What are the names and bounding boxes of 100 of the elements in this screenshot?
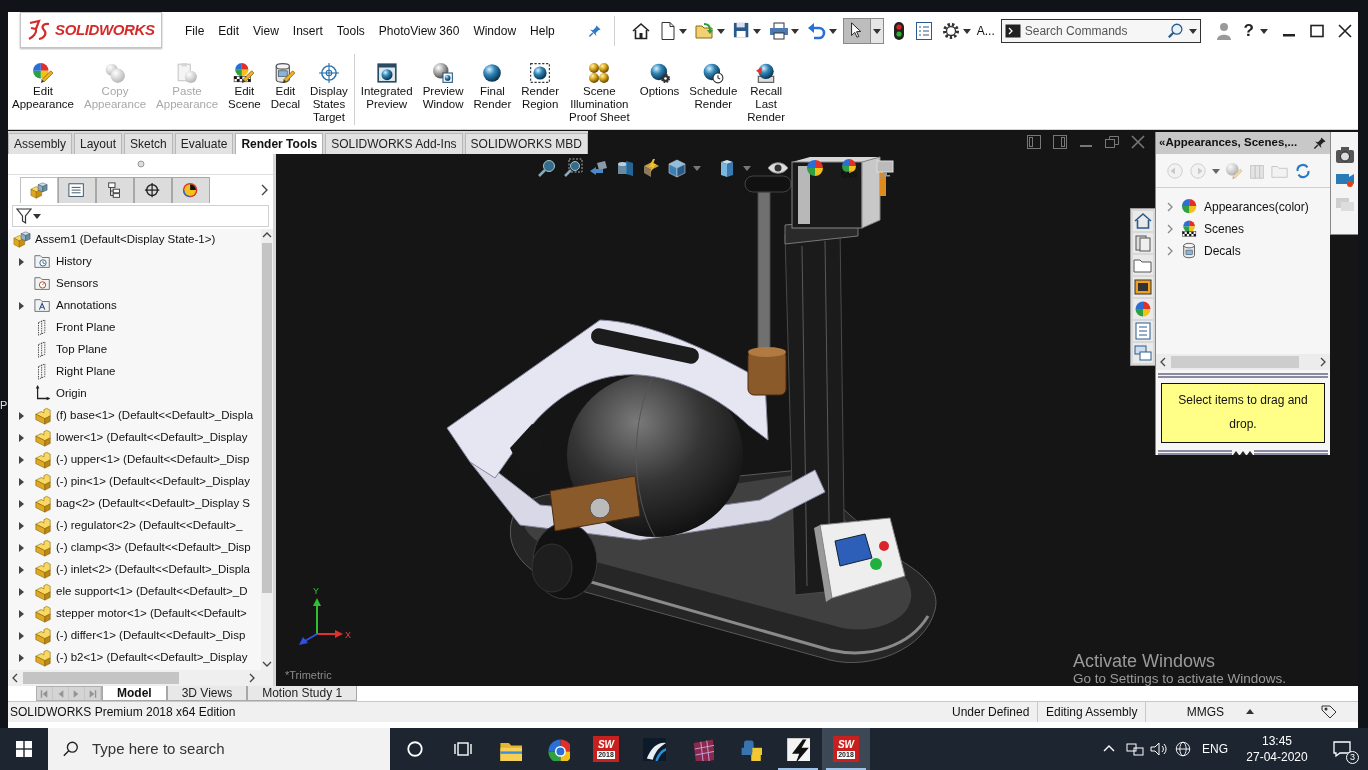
language-indicator[interactable]: ENG (1202, 740, 1228, 758)
tree-item-label[interactable]: ele support<1> (Default<<Default>_D (56, 583, 248, 601)
expand-triangle-icon[interactable] (17, 544, 25, 552)
tree-item-label[interactable]: (-) b2<1> (Default<<Default>_Display (56, 649, 248, 667)
menu-item[interactable]: PhotoView 360 (371, 22, 467, 40)
expand-triangle-icon[interactable] (17, 654, 25, 662)
tag-icon[interactable] (1320, 704, 1338, 720)
expand-triangle-icon[interactable] (17, 588, 25, 596)
tree-item-label[interactable]: History (56, 253, 92, 271)
tree-item-label[interactable]: (-) upper<1> (Default<<Default>_Disp (56, 451, 250, 469)
ring-icon[interactable] (406, 740, 424, 758)
ribbon-command-button[interactable]: Integrated Preview (360, 50, 413, 111)
expand-triangle-icon[interactable] (17, 566, 25, 574)
ribbon-command-button[interactable]: Scene Illumination Proof Sheet (568, 50, 630, 124)
grip-icon[interactable] (136, 160, 145, 168)
chevron-left-icon[interactable] (10, 673, 20, 683)
tree-item-label[interactable]: Assem1 (Default<Display State-1>) (35, 231, 216, 249)
expand-triangle-icon[interactable] (17, 610, 25, 618)
ribbon-tab[interactable]: Assembly (8, 133, 72, 154)
menu-item[interactable]: Edit (211, 22, 247, 40)
ribbon-command-button[interactable]: Recall Last Render (747, 50, 786, 124)
ribbon-command-button[interactable]: Options (639, 50, 680, 98)
caret-down-icon[interactable] (33, 212, 41, 220)
ribbon-tab[interactable]: Layout (74, 133, 123, 154)
parts-stack-icon[interactable] (1133, 233, 1153, 253)
library-item-label[interactable]: Decals (1204, 242, 1241, 260)
caret-down-icon[interactable] (962, 27, 971, 35)
tree-item-label[interactable]: bag<2> (Default<<Default>_Display S (56, 495, 251, 513)
grip-icon[interactable] (1232, 450, 1254, 455)
horizontal-scrollbar[interactable] (1156, 354, 1330, 370)
status-field[interactable]: MMGS (1146, 702, 1232, 722)
filter-field[interactable] (12, 205, 269, 227)
scrollbar-thumb[interactable] (1171, 356, 1299, 368)
taskbar-search-box[interactable]: Type here to search (48, 728, 390, 770)
expand-triangle-icon[interactable] (17, 434, 25, 442)
caret-down-icon[interactable] (752, 27, 761, 35)
menu-item[interactable]: Tools (329, 22, 372, 40)
pin-icon[interactable] (587, 24, 602, 38)
image-panel-icon[interactable] (1133, 277, 1153, 297)
traffic-light-icon[interactable] (892, 21, 905, 41)
expand-triangle-icon[interactable] (17, 478, 25, 486)
caret-down-icon[interactable] (1260, 27, 1268, 35)
toolbar-overflow-label[interactable]: A... (976, 22, 995, 40)
section-cylinder-icon[interactable] (615, 158, 635, 178)
expand-triangle-icon[interactable] (17, 258, 25, 266)
search-icon[interactable] (1166, 22, 1185, 40)
menu-item[interactable]: File (178, 22, 212, 40)
lightning-cube-icon[interactable] (641, 158, 661, 178)
pin-icon[interactable] (1313, 136, 1327, 150)
caret-down-icon[interactable] (872, 27, 881, 35)
ribbon-command-button[interactable]: Edit Decal (270, 50, 301, 111)
refresh-icon[interactable] (1294, 161, 1312, 180)
ribbon-tab[interactable]: Evaluate (174, 133, 234, 154)
caret-down-icon[interactable] (828, 27, 837, 35)
expand-triangle-icon[interactable] (17, 456, 25, 464)
expand-triangle-icon[interactable] (17, 522, 25, 530)
model-tab[interactable]: 3D Views (166, 686, 248, 701)
document-icon[interactable] (658, 21, 677, 41)
panel-tab[interactable] (172, 177, 210, 203)
magnifier-frame-icon[interactable] (563, 158, 583, 178)
help-label[interactable]: ? (1243, 18, 1254, 44)
ribbon-tab[interactable]: Sketch (124, 133, 173, 154)
tree-item-label[interactable]: stepper motor<1> (Default<<Default> (56, 605, 247, 623)
notification-icon[interactable] (1332, 740, 1352, 758)
menu-item[interactable]: Insert (285, 22, 330, 40)
library-item-label[interactable]: Appearances(color) (1204, 198, 1309, 216)
panel-tab[interactable] (96, 177, 134, 203)
search-input[interactable]: Search Commands (1024, 22, 1163, 40)
ribbon-command-button[interactable]: Render Region (521, 50, 559, 111)
monitor-icon[interactable] (875, 158, 895, 178)
caret-up-icon[interactable] (1246, 708, 1254, 716)
cube-icon[interactable] (667, 158, 687, 178)
scrollbar-thumb[interactable] (262, 243, 272, 593)
tree-item-label[interactable]: Annotations (56, 297, 117, 315)
command-search-box[interactable]: Search Commands (1000, 19, 1201, 43)
maximize-icon[interactable] (1310, 24, 1324, 38)
list-icon[interactable] (914, 21, 933, 41)
tree-item-label[interactable]: (-) clamp<3> (Default<<Default>_Disp (56, 539, 251, 557)
color-ball-icon[interactable] (805, 158, 825, 178)
tree-item-label[interactable]: Sensors (56, 275, 99, 293)
ribbon-command-button[interactable]: Display States Target (310, 50, 348, 124)
panel-tab[interactable] (134, 177, 172, 203)
task-view-icon[interactable] (453, 740, 473, 758)
speaker-icon[interactable] (1150, 741, 1168, 757)
tree-item-label[interactable]: (-) inlet<2> (Default<<Default>_Displa (56, 561, 250, 579)
split-left-icon[interactable] (1026, 134, 1042, 150)
arrow-cube-icon[interactable] (589, 158, 609, 178)
globe-icon[interactable] (1174, 740, 1192, 758)
tree-item-label[interactable]: Front Plane (56, 319, 116, 337)
ribbon-tab[interactable]: SOLIDWORKS MBD (464, 133, 588, 154)
caret-down-icon[interactable] (790, 27, 799, 35)
search-input[interactable]: Type here to search (92, 737, 390, 761)
chevron-right-icon[interactable] (247, 673, 257, 683)
ribbon-command-button[interactable]: Edit Appearance (12, 50, 75, 111)
user-icon[interactable] (1215, 21, 1232, 41)
ribbon-tab[interactable]: Render Tools (235, 133, 324, 154)
chevron-right-icon[interactable] (1318, 357, 1328, 367)
chevron-right-icon[interactable] (259, 184, 269, 196)
tree-item-label[interactable]: Top Plane (56, 341, 108, 359)
select-button[interactable] (842, 18, 884, 44)
